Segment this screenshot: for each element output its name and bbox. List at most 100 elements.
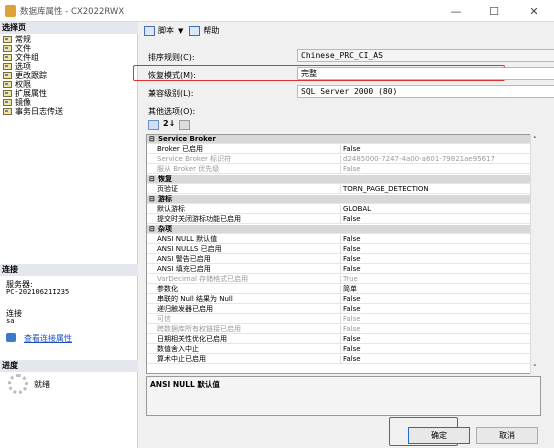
page-icon: [3, 63, 12, 70]
grid-row[interactable]: VarDecimal 存储格式已启用 True: [147, 275, 540, 284]
page-item[interactable]: 事务日志传送: [3, 107, 63, 116]
cancel-button[interactable]: 取消: [476, 427, 538, 444]
minimize-button[interactable]: —: [438, 0, 474, 22]
help-button[interactable]: 帮助: [203, 25, 219, 36]
close-button[interactable]: ✕: [516, 0, 552, 22]
ok-button[interactable]: 确定: [408, 427, 470, 444]
page-icon: [3, 45, 12, 52]
grid-row-value[interactable]: False: [340, 305, 530, 314]
recovery-select[interactable]: 完整 ⌄: [297, 67, 554, 80]
grid-row-value[interactable]: False: [340, 315, 530, 324]
page-icon: [3, 54, 12, 61]
title-bar: 数据库属性 - CX2022RWX — ☐ ✕: [0, 0, 554, 22]
grid-row[interactable]: ANSI NULL 默认值 False: [147, 235, 540, 244]
grid-row[interactable]: Broker 已启用 False: [147, 145, 540, 154]
grid-row[interactable]: Service Broker 标识符 d2485000-7247-4a00-a60…: [147, 155, 540, 164]
grid-row-name: Broker 已启用: [157, 145, 204, 153]
grid-row-value[interactable]: TORN_PAGE_DETECTION: [340, 185, 530, 194]
grid-row[interactable]: 算术中止已启用 False: [147, 355, 540, 364]
grid-row-name: 页验证: [157, 185, 178, 193]
grid-row[interactable]: 可信 False: [147, 315, 540, 324]
grid-row[interactable]: 串联的 Null 结果为 Null False: [147, 295, 540, 304]
script-button[interactable]: 脚本: [158, 25, 174, 36]
grid-row[interactable]: 跨数据库所有权链接已启用 False: [147, 325, 540, 334]
grid-row-value[interactable]: False: [340, 235, 530, 244]
grid-row[interactable]: 页验证 TORN_PAGE_DETECTION: [147, 185, 540, 194]
grid-row-value[interactable]: False: [340, 335, 530, 344]
grid-row[interactable]: 日期相关性优化已启用 False: [147, 335, 540, 344]
page-icon: [3, 108, 12, 115]
categorized-icon[interactable]: [148, 120, 159, 130]
grid-category[interactable]: ⊟ 杂项: [147, 225, 540, 234]
collapse-icon[interactable]: ⊟: [149, 135, 155, 144]
grid-row-name: 杂项: [158, 225, 172, 233]
scroll-down-icon[interactable]: ˅: [533, 364, 537, 372]
grid-row[interactable]: 数值舍入中止 False: [147, 345, 540, 354]
grid-row-value[interactable]: False: [340, 245, 530, 254]
grid-row-value[interactable]: False: [340, 325, 530, 334]
grid-row-name: 可信: [157, 315, 171, 323]
page-icon: [3, 90, 12, 97]
grid-category[interactable]: ⊟ 游标: [147, 195, 540, 204]
collapse-icon[interactable]: ⊟: [149, 225, 155, 234]
scroll-up-icon[interactable]: ˄: [533, 136, 537, 144]
grid-row-value[interactable]: False: [340, 355, 530, 364]
chevron-down-icon[interactable]: ▼: [178, 27, 183, 35]
page-icon: [3, 81, 12, 88]
page-icon: [3, 99, 12, 106]
grid-row[interactable]: ANSI 填充已启用 False: [147, 265, 540, 274]
grid-row-value[interactable]: False: [340, 215, 530, 224]
maximize-button[interactable]: ☐: [476, 0, 512, 22]
compat-value: SQL Server 2000 (80): [301, 87, 398, 96]
grid-row-name: Service Broker: [158, 135, 216, 143]
toolbar: 脚本 ▼ 帮助: [144, 25, 219, 36]
grid-row-value[interactable]: True: [340, 275, 530, 284]
property-description-title: ANSI NULL 默认值: [150, 380, 220, 389]
left-panel: 选择页 常规 文件 文件组 选项 更改跟踪 权限 扩展属性 镜像 事务日志传送 连接 服务器: …: [0, 22, 138, 448]
grid-row-value[interactable]: False: [340, 165, 530, 174]
grid-row-name: 算术中止已启用: [157, 355, 206, 363]
grid-row[interactable]: 服从 Broker 优先级 False: [147, 165, 540, 174]
grid-row-value[interactable]: False: [340, 145, 530, 154]
grid-category[interactable]: ⊟ Service Broker: [147, 135, 540, 144]
grid-row-name: ANSI 填充已启用: [157, 265, 211, 273]
grid-row-name: 游标: [158, 195, 172, 203]
grid-row-value[interactable]: False: [340, 295, 530, 304]
page-icon: [3, 72, 12, 79]
collapse-icon[interactable]: ⊟: [149, 175, 155, 184]
grid-row-name: 递归触发器已启用: [157, 305, 213, 313]
property-pages-icon[interactable]: [179, 120, 190, 130]
grid-row-name: 数值舍入中止: [157, 345, 199, 353]
compat-select[interactable]: SQL Server 2000 (80) ⌄: [297, 85, 554, 98]
collation-select[interactable]: Chinese_PRC_CI_AS: [297, 49, 554, 62]
grid-row[interactable]: 提交时关闭游标功能已启用 False: [147, 215, 540, 224]
grid-row[interactable]: ANSI NULLS 已启用 False: [147, 245, 540, 254]
collapse-icon[interactable]: ⊟: [149, 195, 155, 204]
grid-row-value[interactable]: False: [340, 345, 530, 354]
property-grid[interactable]: ⊟ Service Broker Broker 已启用 False Service Br…: [146, 134, 541, 374]
grid-row[interactable]: 默认游标 GLOBAL: [147, 205, 540, 214]
grid-row-value[interactable]: False: [340, 265, 530, 274]
view-connection-properties-link[interactable]: 查看连接属性: [24, 333, 72, 344]
page-icon: [3, 36, 12, 43]
grid-row-name: 恢复: [158, 175, 172, 183]
connect-value: sa: [6, 317, 15, 325]
grid-category[interactable]: ⊟ 恢复: [147, 175, 540, 184]
grid-row[interactable]: ANSI 警告已启用 False: [147, 255, 540, 264]
collation-label: 排序规则(C):: [148, 53, 195, 62]
grid-row-name: 跨数据库所有权链接已启用: [157, 325, 241, 333]
sort-alpha-icon[interactable]: 2↓: [163, 119, 175, 128]
grid-scrollbar[interactable]: ˄ ˅: [530, 134, 541, 374]
grid-row-name: 日期相关性优化已启用: [157, 335, 227, 343]
grid-row-value[interactable]: GLOBAL: [340, 205, 530, 214]
recovery-label: 恢复模式(M):: [148, 71, 196, 80]
grid-row-value[interactable]: False: [340, 255, 530, 264]
grid-row-name: Service Broker 标识符: [157, 155, 232, 163]
select-page-header: 选择页: [0, 22, 138, 34]
other-options-label: 其他选项(O):: [148, 107, 196, 116]
grid-row[interactable]: 递归触发器已启用 False: [147, 305, 540, 314]
grid-row[interactable]: 参数化 简单: [147, 285, 540, 294]
grid-row-value[interactable]: 简单: [340, 285, 530, 294]
grid-row-value[interactable]: d2485000-7247-4a00-a601-79821ae95617: [340, 155, 530, 164]
grid-row-name: 参数化: [157, 285, 178, 293]
